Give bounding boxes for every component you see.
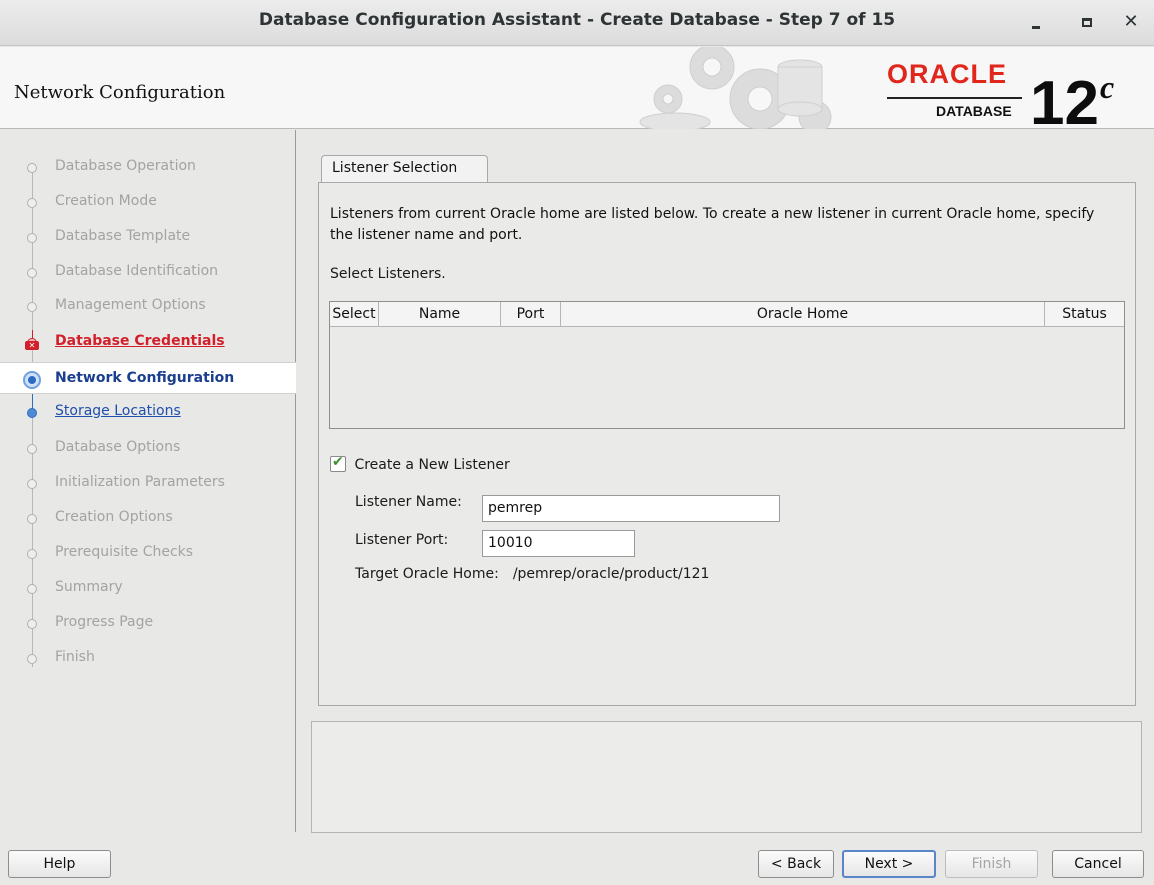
column-header-oracle-home[interactable]: Oracle Home [561,302,1045,327]
page-title: Network Configuration [14,82,226,103]
nav-item-label: Database Identification [55,263,219,279]
window-title: Database Configuration Assistant - Creat… [258,10,896,30]
back-button[interactable]: < Back [758,850,834,878]
listeners-table[interactable]: Select Name Port Oracle Home Status [329,301,1125,429]
nav-item-network-configuration[interactable]: Network Configuration [0,362,296,394]
nav-item-label: Creation Options [55,509,173,525]
nav-item-label: Prerequisite Checks [55,544,194,560]
nav-item-management-options: Management Options [0,290,296,322]
logo-database-text: DATABASE [936,103,1012,119]
column-header-select[interactable]: Select [330,302,379,327]
logo-divider [887,97,1022,99]
error-icon: ✕ [25,341,39,350]
nav-item-progress-page: Progress Page [0,607,296,639]
nav-item-database-options: Database Options [0,432,296,464]
close-button[interactable]: ✕ [1117,8,1145,36]
step-dot-icon [27,654,37,664]
step-dot-icon [27,444,37,454]
step-dot-icon [27,268,37,278]
logo-version-suffix: c [1099,69,1115,105]
nav-item-label: Initialization Parameters [55,474,225,490]
step-dot-icon [27,302,37,312]
step-dot-icon [27,549,37,559]
dbca-window: Database Configuration Assistant - Creat… [0,0,1154,885]
nav-item-label: Storage Locations [55,403,181,419]
nav-item-finish: Finish [0,642,296,674]
nav-item-label: Database Operation [55,158,196,174]
step-dot-icon [27,163,37,173]
listener-name-label: Listener Name: [355,494,462,510]
nav-item-database-credentials[interactable]: ✕ Database Credentials [0,326,296,358]
nav-item-label: Database Template [55,228,191,244]
target-oracle-home-label: Target Oracle Home: [355,566,499,582]
column-header-status[interactable]: Status [1045,302,1124,327]
step-dot-icon [27,233,37,243]
nav-item-prerequisite-checks: Prerequisite Checks [0,537,296,569]
listeners-table-header: Select Name Port Oracle Home Status [330,302,1124,327]
nav-item-creation-options: Creation Options [0,502,296,534]
step-dot-icon [27,584,37,594]
step-dot-icon [27,514,37,524]
message-pane [311,721,1142,833]
column-header-name[interactable]: Name [379,302,501,327]
column-header-port[interactable]: Port [501,302,561,327]
logo-version-number: 12 [1030,69,1099,138]
tab-listener-selection[interactable]: Listener Selection [321,155,488,183]
create-new-listener-label: Create a New Listener [354,457,510,473]
current-step-icon [23,371,41,389]
select-listeners-label: Select Listeners. [330,266,446,282]
minimize-icon [1032,26,1040,29]
nav-item-label: Database Options [55,439,181,455]
minimize-button[interactable] [1023,8,1051,36]
nav-item-database-operation: Database Operation [0,151,296,183]
listener-selection-panel [318,182,1136,706]
nav-item-label: Network Configuration [55,370,235,386]
gears-illustration-icon [639,47,832,129]
cancel-button[interactable]: Cancel [1052,850,1144,878]
step-navigation: Database Operation Creation Mode Databas… [0,130,296,832]
create-new-listener-checkbox[interactable]: Create a New Listener [330,454,510,473]
nav-item-initialization-parameters: Initialization Parameters [0,467,296,499]
nav-item-database-template: Database Template [0,221,296,253]
step-dot-icon [27,619,37,629]
maximize-button[interactable] [1074,8,1102,36]
oracle-logo: ORACLE [887,59,1007,89]
description-text: Listeners from current Oracle home are l… [330,206,1095,243]
finish-button: Finish [945,850,1038,878]
step-dot-icon [27,479,37,489]
checkbox-checked-icon[interactable] [330,454,346,472]
nav-item-label: Management Options [55,297,206,313]
nav-item-storage-locations[interactable]: Storage Locations [0,396,296,428]
nav-item-label: Creation Mode [55,193,157,209]
nav-item-creation-mode: Creation Mode [0,186,296,218]
step-dot-icon [27,408,37,418]
nav-item-summary: Summary [0,572,296,604]
close-icon: ✕ [1123,11,1139,32]
logo-version: 12c [1030,52,1114,139]
next-button[interactable]: Next > [842,850,936,878]
listener-port-input[interactable]: 10010 [482,530,635,557]
nav-item-label: Database Credentials [55,333,225,349]
nav-item-label: Summary [55,579,123,595]
nav-item-label: Finish [55,649,95,665]
target-oracle-home: Target Oracle Home: /pemrep/oracle/produc… [355,566,709,582]
listener-name-input[interactable]: pemrep [482,495,780,522]
title-bar: Database Configuration Assistant - Creat… [0,0,1154,46]
maximize-icon [1082,18,1092,27]
nav-item-database-identification: Database Identification [0,256,296,288]
step-dot-icon [27,198,37,208]
help-button[interactable]: Help [8,850,111,878]
header-banner: Network Configuration ORACLE DATABASE 12… [0,47,1154,138]
nav-item-label: Progress Page [55,614,154,630]
listener-port-label: Listener Port: [355,532,449,548]
target-oracle-home-value: /pemrep/oracle/product/121 [512,566,710,582]
